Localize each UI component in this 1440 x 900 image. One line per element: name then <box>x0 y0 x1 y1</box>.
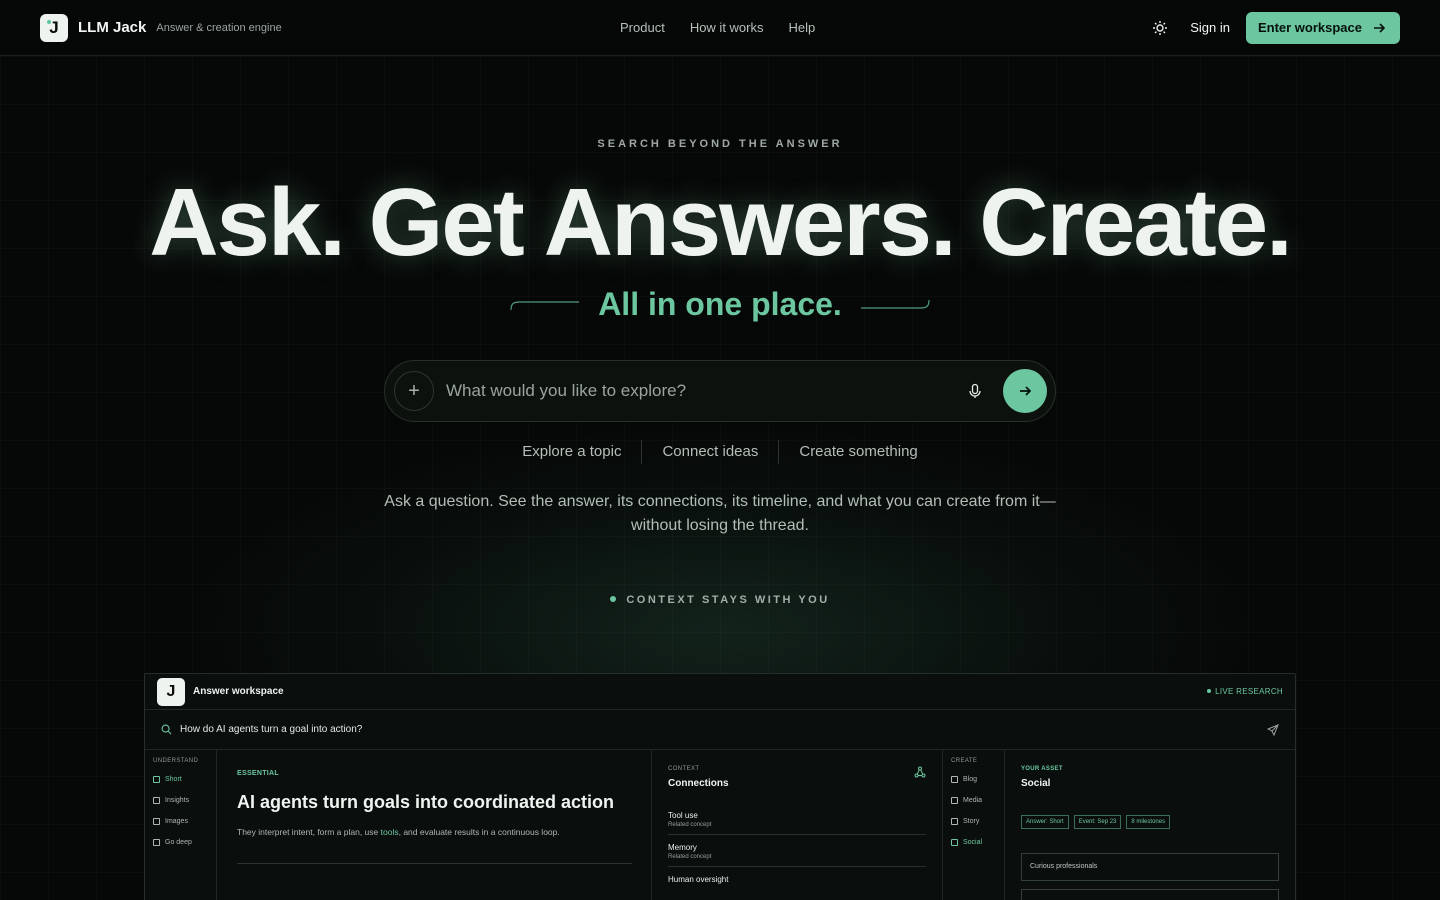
create-column: CREATE Blog Media Story Social <box>943 750 1005 900</box>
chip-create-something[interactable]: Create something <box>779 440 937 464</box>
tools-link[interactable]: tools <box>381 827 399 837</box>
plus-icon: + <box>408 379 420 402</box>
hero-subline-text: All in one place. <box>598 286 842 322</box>
create-item-social[interactable]: Social <box>951 839 996 846</box>
enter-workspace-button[interactable]: Enter workspace <box>1245 11 1400 44</box>
status-dot-icon <box>610 596 617 602</box>
answer-heading: AI agents turn goals into coordinated ac… <box>237 792 615 812</box>
asset-title: Social <box>1021 778 1051 789</box>
workspace-body: UNDERSTAND Short Insights Images Go deep… <box>145 750 1295 900</box>
connections-title: Connections <box>668 778 729 789</box>
understand-item-go-deep[interactable]: Go deep <box>153 839 208 846</box>
nav-link-how-it-works[interactable]: How it works <box>690 20 764 35</box>
list-item[interactable]: Human oversight <box>668 867 926 890</box>
hero-subline: All in one place. <box>0 286 1440 323</box>
live-research-badge: LIVE RESEARCH <box>1207 687 1283 696</box>
brand-name[interactable]: LLM Jack <box>78 19 146 36</box>
sign-in-link[interactable]: Sign in <box>1190 20 1230 35</box>
file-icon <box>951 797 958 804</box>
top-nav: J LLM Jack Answer & creation engine Prod… <box>0 0 1440 56</box>
search-icon <box>161 724 172 735</box>
left-flourish-icon <box>510 300 580 310</box>
workspace-query[interactable]: How do AI agents turn a goal into action… <box>180 724 362 735</box>
search-input[interactable] <box>446 381 967 401</box>
right-flourish-icon <box>860 299 930 309</box>
send-icon[interactable] <box>1267 723 1279 736</box>
context-column: CONTEXT Connections Tool use Related conc… <box>652 750 943 900</box>
nav-link-help[interactable]: Help <box>789 20 816 35</box>
tag-answer: Answer: Short <box>1021 815 1069 829</box>
asset-column: YOUR ASSET Social Answer: Short Event: S… <box>1005 750 1295 900</box>
hero-headline: Ask. Get Answers. Create. <box>149 169 1293 276</box>
suggestion-chips: Explore a topic Connect ideas Create som… <box>0 440 1440 464</box>
list-item[interactable]: Tool use Related concept <box>668 803 926 835</box>
book-icon <box>951 776 958 783</box>
lightbulb-icon <box>153 797 160 804</box>
create-item-story[interactable]: Story <box>951 818 996 825</box>
understand-item-insights[interactable]: Insights <box>153 797 208 804</box>
divider <box>237 863 632 864</box>
nav-link-product[interactable]: Product <box>620 20 665 35</box>
answer-summary: They interpret intent, form a plan, use … <box>237 827 560 837</box>
understand-item-images[interactable]: Images <box>153 818 208 825</box>
understand-item-short[interactable]: Short <box>153 776 208 783</box>
tag-event: Event: Sep 23 <box>1073 815 1122 829</box>
workspace-logo-icon: J <box>157 677 185 706</box>
list-icon <box>153 776 160 783</box>
microphone-icon[interactable] <box>967 383 983 399</box>
logo-icon[interactable]: J <box>40 13 68 42</box>
create-item-media[interactable]: Media <box>951 797 996 804</box>
enter-workspace-label: Enter workspace <box>1257 20 1362 35</box>
asset-label: YOUR ASSET <box>1021 766 1063 772</box>
asset-tags: Answer: Short Event: Sep 23 8 milestones <box>1021 815 1279 829</box>
nav-links: Product How it works Help <box>620 20 815 35</box>
understand-column: UNDERSTAND Short Insights Images Go deep <box>145 750 217 900</box>
film-icon <box>951 818 958 825</box>
workspace-title: Answer workspace <box>193 686 284 697</box>
chip-explore-topic[interactable]: Explore a topic <box>502 440 643 464</box>
sun-icon[interactable] <box>1152 20 1168 36</box>
submit-search-button[interactable] <box>1003 369 1047 413</box>
context-label: CONTEXT STAYS WITH YOU <box>0 594 1440 606</box>
tag-milestones: 8 milestones <box>1126 815 1171 829</box>
hero-description: Ask a question. See the answer, its conn… <box>384 493 1056 534</box>
understand-label: UNDERSTAND <box>153 758 199 764</box>
nav-actions: Sign in Enter workspace <box>1152 11 1400 44</box>
list-item[interactable]: Memory Related concept <box>668 835 926 867</box>
workspace-preview: J Answer workspace LIVE RESEARCH How do … <box>144 673 1296 900</box>
add-attachment-button[interactable]: + <box>394 371 434 411</box>
connections-list: Tool use Related concept Memory Related co… <box>668 803 926 890</box>
generate-button[interactable] <box>1021 889 1279 900</box>
create-item-blog[interactable]: Blog <box>951 776 996 783</box>
chip-connect-ideas[interactable]: Connect ideas <box>642 440 780 464</box>
essential-label: ESSENTIAL <box>237 770 279 777</box>
sparkle-icon <box>951 839 958 846</box>
image-icon <box>153 818 160 825</box>
arrow-right-icon <box>1020 386 1032 396</box>
context-column-label: CONTEXT <box>668 766 700 772</box>
workspace-search: How do AI agents turn a goal into action… <box>145 710 1295 750</box>
workspace-header: J Answer workspace LIVE RESEARCH <box>145 674 1295 710</box>
branch-icon <box>153 839 160 846</box>
brand-tagline: Answer & creation engine <box>156 21 282 34</box>
network-icon[interactable] <box>914 766 926 778</box>
context-label-text: CONTEXT STAYS WITH YOU <box>626 594 830 606</box>
arrow-right-icon <box>1374 22 1386 33</box>
create-label: CREATE <box>951 758 978 764</box>
audience-field[interactable]: Curious professionals <box>1021 853 1279 881</box>
search-bar: + <box>384 360 1056 422</box>
answer-column: ESSENTIAL AI agents turn goals into coor… <box>217 750 652 900</box>
hero-eyebrow: SEARCH BEYOND THE ANSWER <box>597 138 843 150</box>
